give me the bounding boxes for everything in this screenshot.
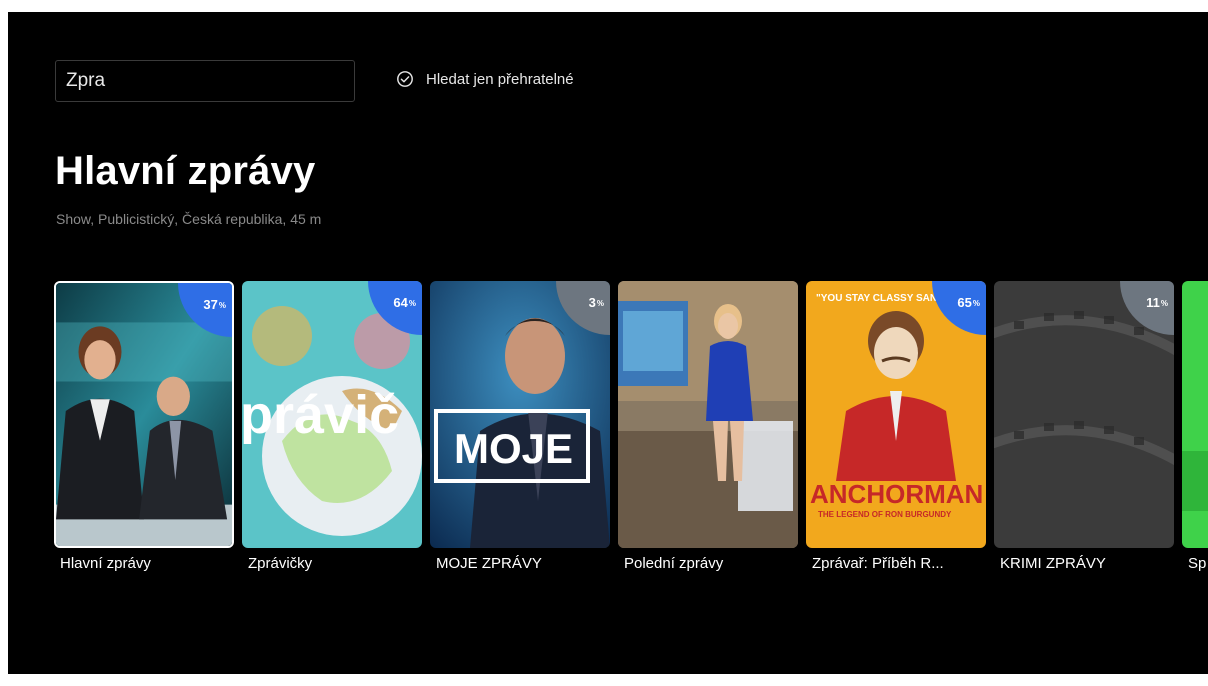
result-card-zpravicky[interactable]: právič 64% Zprávičky — [242, 281, 422, 572]
detail-subtitle: Show, Publicistický, Česká republika, 45… — [56, 211, 322, 227]
result-thumbnail: MOJE 3% — [430, 281, 610, 548]
result-card-zpravar[interactable]: "YOU STAY CLASSY SAN ANCHORMAN THE LEGEN… — [806, 281, 986, 572]
thumb-tagline-text: "YOU STAY CLASSY SAN — [816, 293, 937, 304]
thumb-title-text: ANCHORMAN — [810, 479, 983, 509]
result-thumbnail: 11% — [994, 281, 1174, 548]
result-card-poledni-zpravy[interactable]: Polední zprávy — [618, 281, 798, 572]
result-title: Polední zprávy — [624, 555, 724, 572]
result-title: Zprávičky — [248, 555, 313, 572]
search-input[interactable] — [56, 61, 354, 101]
result-thumbnail: právič 64% — [242, 281, 422, 548]
result-title: KRIMI ZPRÁVY — [1000, 555, 1106, 572]
thumb-title-text: právič — [242, 385, 399, 445]
green-poster-image — [1182, 281, 1208, 548]
playable-only-toggle[interactable]: Hledat jen přehratelné — [396, 70, 574, 88]
circle-check-icon — [397, 71, 413, 87]
result-title: Hlavní zprávy — [60, 555, 151, 572]
thumb-title-text: MOJE — [454, 425, 573, 472]
result-card-hlavni-zpravy[interactable]: 37% Hlavní zprávy — [54, 281, 234, 572]
result-card-moje-zpravy[interactable]: MOJE 3% MOJE ZPRÁVY — [430, 281, 610, 572]
results-row: 37% Hlavní zprávy právič 64% Zprávičky M… — [54, 281, 1208, 581]
search-field[interactable] — [55, 60, 355, 102]
result-thumbnail — [1182, 281, 1208, 548]
tv-screen: Hledat jen přehratelné Hlavní zprávy Sho… — [8, 12, 1208, 674]
result-title: Zprávař: Příběh R... — [812, 555, 944, 572]
result-title: MOJE ZPRÁVY — [436, 555, 542, 572]
studio-presenter-image — [618, 281, 798, 548]
playable-only-label: Hledat jen přehratelné — [426, 70, 574, 88]
result-thumbnail: 37% — [54, 281, 234, 548]
result-thumbnail — [618, 281, 798, 548]
result-card-partial[interactable]: Sp — [1182, 281, 1208, 572]
detail-title: Hlavní zprávy — [55, 149, 316, 193]
result-thumbnail: "YOU STAY CLASSY SAN ANCHORMAN THE LEGEN… — [806, 281, 986, 548]
thumb-subtitle-text: THE LEGEND OF RON BURGUNDY — [818, 510, 952, 519]
result-title: Sp — [1188, 555, 1207, 572]
result-card-krimi-zpravy[interactable]: 11% KRIMI ZPRÁVY — [994, 281, 1174, 572]
